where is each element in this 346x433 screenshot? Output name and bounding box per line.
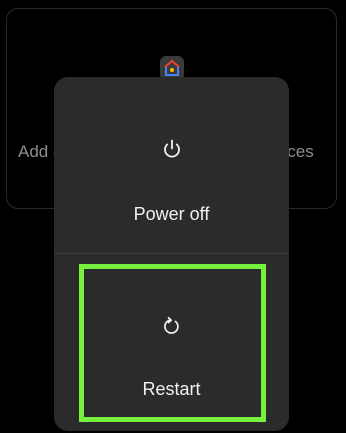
power-off-button[interactable]: Power off (54, 77, 289, 253)
power-off-label: Power off (133, 204, 210, 224)
power-menu: Power off Restart (54, 77, 289, 431)
restart-icon (164, 316, 179, 334)
restart-button[interactable]: Restart (54, 254, 289, 431)
power-icon (164, 139, 180, 158)
restart-label: Restart (142, 379, 201, 399)
